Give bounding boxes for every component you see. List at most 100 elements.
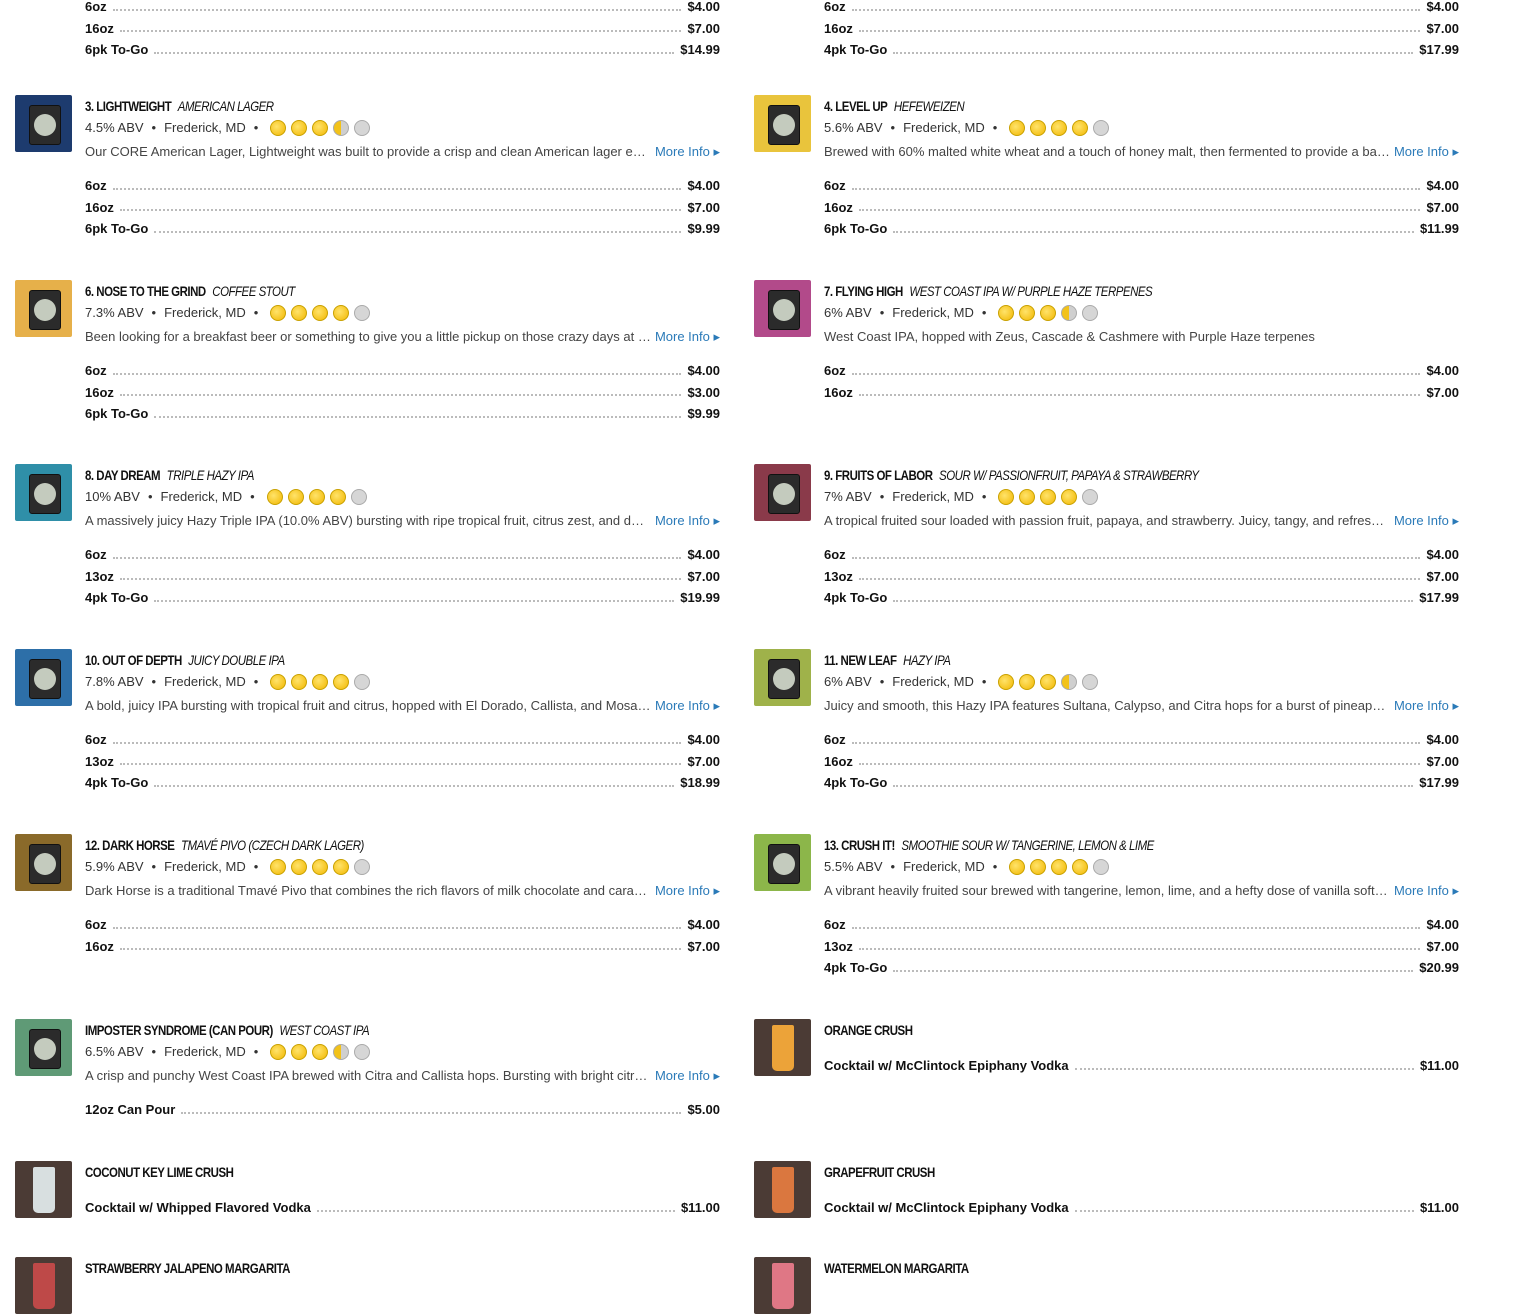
- abv-text: 7% ABV: [824, 489, 872, 504]
- item-meta: 6.5% ABV • Frederick, MD •: [85, 1042, 720, 1062]
- bullet-separator: •: [147, 489, 153, 504]
- item-title[interactable]: 13. Crush It! Smoothie Sour w/ Tangerine,…: [824, 833, 1345, 857]
- price-row: 6pk To-Go $14.99: [85, 39, 720, 61]
- item-description: Juicy and smooth, this Hazy IPA features…: [824, 696, 1459, 716]
- item-title[interactable]: Imposter Syndrome (Can Pour) West Coast I…: [85, 1018, 606, 1042]
- bullet-separator: •: [992, 120, 998, 135]
- can-label-image[interactable]: [15, 1019, 72, 1076]
- can-label-image[interactable]: [15, 95, 72, 152]
- more-info-link[interactable]: More Info ▸: [1394, 696, 1459, 716]
- more-info-link[interactable]: More Info ▸: [655, 142, 720, 162]
- cocktail-photo[interactable]: [754, 1257, 811, 1314]
- more-info-link[interactable]: More Info ▸: [655, 881, 720, 901]
- item-title[interactable]: Coconut Key Lime Crush: [85, 1160, 606, 1184]
- abv-text: 7.8% ABV: [85, 674, 144, 689]
- abv-text: 5.6% ABV: [824, 120, 883, 135]
- abv-text: 6.5% ABV: [85, 1044, 144, 1059]
- more-info-link[interactable]: More Info ▸: [655, 696, 720, 716]
- more-info-link[interactable]: More Info ▸: [1394, 881, 1459, 901]
- price-row: 6oz $4.00: [85, 729, 720, 751]
- item-title[interactable]: Strawberry Jalapeno Margarita: [85, 1256, 606, 1280]
- price-label: 6oz: [85, 917, 107, 933]
- beer-can-icon: [29, 659, 61, 699]
- cocktail-photo[interactable]: [754, 1161, 811, 1218]
- bullet-separator: •: [151, 120, 157, 135]
- price-value: $11.00: [680, 1200, 720, 1216]
- cocktail-photo[interactable]: [754, 1019, 811, 1076]
- bullet-separator: •: [151, 674, 157, 689]
- price-value: $5.00: [687, 1102, 720, 1118]
- partial-item-prices-left: 6oz $4.00 16oz $7.00 6pk To-Go $14.99: [85, 0, 720, 61]
- price-label: 6pk To-Go: [85, 221, 149, 237]
- beer-can-icon: [768, 290, 800, 330]
- item-name: 11. New Leaf: [824, 652, 897, 668]
- item-name: 3. Lightweight: [85, 98, 172, 114]
- can-label-image[interactable]: [15, 649, 72, 706]
- dotted-leader: [112, 556, 682, 559]
- can-label-image[interactable]: [754, 464, 811, 521]
- more-info-link[interactable]: More Info ▸: [1394, 511, 1459, 531]
- item-title[interactable]: 9. Fruits of Labor Sour w/ Passionfruit, …: [824, 463, 1345, 487]
- item-style: Sour w/ Passionfruit, Papaya & Strawberr…: [939, 467, 1199, 483]
- item-title[interactable]: 12. Dark Horse Tmavé Pivo (Czech Dark Lag…: [85, 833, 606, 857]
- dotted-leader: [112, 187, 682, 190]
- dotted-leader: [316, 1209, 675, 1212]
- item-title[interactable]: 8. Day Dream Triple Hazy IPA: [85, 463, 606, 487]
- cocktail-photo[interactable]: [15, 1257, 72, 1314]
- rating-dot-icon: [1009, 120, 1026, 136]
- price-row: 6oz $4.00: [85, 0, 720, 18]
- price-value: $7.00: [1426, 753, 1459, 769]
- price-label: 6oz: [824, 363, 846, 379]
- price-row: 4pk To-Go $17.99: [824, 772, 1459, 794]
- can-label-image[interactable]: [15, 280, 72, 337]
- dotted-leader: [112, 372, 682, 375]
- glass-icon: [772, 1263, 794, 1309]
- price-value: $3.00: [687, 384, 720, 400]
- item-title[interactable]: 3. Lightweight American Lager: [85, 94, 606, 118]
- item-title[interactable]: Watermelon Margarita: [824, 1256, 1345, 1280]
- dotted-leader: [851, 741, 1421, 744]
- can-label-image[interactable]: [754, 834, 811, 891]
- item-title[interactable]: Grapefruit Crush: [824, 1160, 1345, 1184]
- can-label-image[interactable]: [754, 649, 811, 706]
- price-row: 16oz $7.00: [85, 936, 720, 958]
- price-value: $17.99: [1419, 42, 1459, 58]
- description-text: A tropical fruited sour loaded with pass…: [824, 513, 1390, 528]
- can-label-image[interactable]: [15, 834, 72, 891]
- price-value: $19.99: [680, 590, 720, 606]
- rating-dot-icon: [291, 305, 308, 321]
- item-title[interactable]: 11. New Leaf Hazy IPA: [824, 648, 1345, 672]
- rating-dot-icon: [354, 305, 371, 321]
- price-value: $4.00: [1426, 178, 1459, 194]
- more-info-link[interactable]: More Info ▸: [1394, 142, 1459, 162]
- price-value: $7.00: [687, 938, 720, 954]
- more-info-link[interactable]: More Info ▸: [655, 327, 720, 347]
- can-label-image[interactable]: [754, 280, 811, 337]
- more-info-link[interactable]: More Info ▸: [655, 1066, 720, 1086]
- can-label-image[interactable]: [754, 95, 811, 152]
- item-title[interactable]: Orange Crush: [824, 1018, 1345, 1042]
- price-value: $7.00: [687, 20, 720, 36]
- rating-dot-icon: [354, 859, 371, 875]
- beer-can-icon: [768, 659, 800, 699]
- price-value: $11.99: [1419, 221, 1459, 237]
- rating-dot-icon: [333, 305, 350, 321]
- rating-dots: [998, 489, 1099, 505]
- more-info-link[interactable]: More Info ▸: [655, 511, 720, 531]
- price-value: $7.00: [1426, 568, 1459, 584]
- can-label-image[interactable]: [15, 464, 72, 521]
- bullet-separator: •: [981, 489, 987, 504]
- abv-text: 4.5% ABV: [85, 120, 144, 135]
- price-label: 6pk To-Go: [85, 42, 149, 58]
- item-name: 8. Day Dream: [85, 467, 161, 483]
- item-title[interactable]: 10. Out of Depth Juicy Double IPA: [85, 648, 606, 672]
- item-title[interactable]: 4. Level Up Hefeweizen: [824, 94, 1345, 118]
- cocktail-photo[interactable]: [15, 1161, 72, 1218]
- price-value: $20.99: [1419, 960, 1459, 976]
- price-list: 6oz $4.00 16oz $7.00: [85, 914, 720, 957]
- rating-dots: [270, 305, 371, 321]
- price-label: 6oz: [85, 363, 107, 379]
- item-title[interactable]: 6. Nose to the Grind Coffee Stout: [85, 279, 606, 303]
- rating-dot-icon: [270, 305, 287, 321]
- item-title[interactable]: 7. Flying High West Coast IPA w/ Purple H…: [824, 279, 1345, 303]
